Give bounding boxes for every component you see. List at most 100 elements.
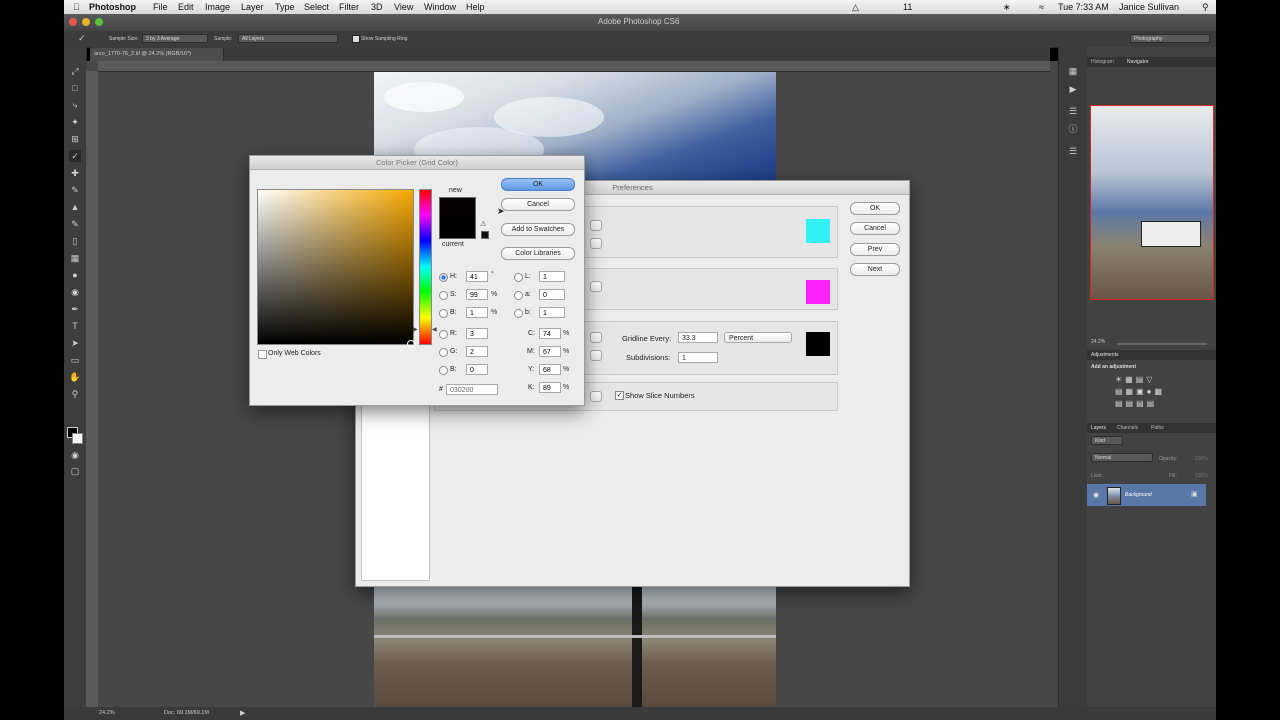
navigator-zoom[interactable]: 24.2% xyxy=(1091,339,1105,345)
close-window-icon[interactable] xyxy=(69,18,77,26)
move-tool-icon[interactable]: ⤢ xyxy=(69,65,81,77)
color-libraries-button[interactable]: Color Libraries xyxy=(501,247,575,260)
user-name[interactable]: Janice Sullivan xyxy=(1119,1,1179,13)
wifi-icon[interactable]: ≈ xyxy=(1039,1,1044,13)
menu-edit[interactable]: Edit xyxy=(178,1,194,13)
grid-color-select[interactable] xyxy=(590,332,602,343)
preferences-ok-button[interactable]: OK xyxy=(850,202,900,215)
add-to-swatches-button[interactable]: Add to Swatches xyxy=(501,223,575,236)
tab-histogram[interactable]: Histogram xyxy=(1091,59,1114,65)
eyedropper-tool-icon[interactable]: ✓ xyxy=(69,150,81,162)
gridline-unit-select[interactable]: Percent xyxy=(724,332,792,343)
zoom-window-icon[interactable] xyxy=(95,18,103,26)
b-radio[interactable] xyxy=(439,309,448,318)
status-arrow-icon[interactable]: ▶ xyxy=(240,709,245,717)
r-radio[interactable] xyxy=(439,330,448,339)
sample-select[interactable]: All Layers xyxy=(238,34,338,43)
blend-mode-select[interactable]: Normal xyxy=(1091,453,1153,462)
status-zoom[interactable]: 24.2% xyxy=(99,710,115,716)
dodge-tool-icon[interactable]: ◉ xyxy=(69,286,81,298)
paragraph-panel-icon[interactable]: ☰ xyxy=(1067,145,1079,157)
slice-color-select[interactable] xyxy=(590,391,602,402)
current-color-swatch[interactable] xyxy=(439,217,476,239)
adjustment-icons[interactable]: ☀▦▤▽ ▤▦▣●▦ ▤▤▤▤ xyxy=(1115,374,1185,410)
path-select-tool-icon[interactable]: ➤ xyxy=(69,337,81,349)
document-image-bottom[interactable] xyxy=(374,585,776,707)
l-radio[interactable] xyxy=(514,273,523,282)
fill-value[interactable]: 100% xyxy=(1195,473,1208,479)
web-safe-swatch-icon[interactable] xyxy=(481,231,489,239)
guides-color-swatch[interactable] xyxy=(806,219,830,243)
minimize-window-icon[interactable] xyxy=(82,18,90,26)
spotlight-icon[interactable]: ⚲ xyxy=(1202,1,1209,13)
sampling-ring-checkbox[interactable] xyxy=(352,35,360,43)
tab-navigator[interactable]: Navigator xyxy=(1127,59,1148,65)
color-field[interactable] xyxy=(257,189,415,348)
grid-style-select[interactable] xyxy=(590,350,602,361)
brush-tool-icon[interactable]: ✎ xyxy=(69,184,81,196)
history-panel-icon[interactable]: ▦ xyxy=(1067,65,1079,77)
info-panel-icon[interactable]: ⓘ xyxy=(1067,123,1079,135)
layer-row-background[interactable]: ◉ Background ▣ xyxy=(1087,484,1206,506)
l-input[interactable]: 1 xyxy=(539,271,565,282)
apple-icon[interactable]:  xyxy=(73,1,80,13)
menu-help[interactable]: Help xyxy=(466,1,485,13)
menu-filter[interactable]: Filter xyxy=(339,1,359,13)
crop-tool-icon[interactable]: ⊞ xyxy=(69,133,81,145)
quick-mask-icon[interactable]: ◉ xyxy=(69,449,81,461)
layer-kind-filter[interactable]: Kind xyxy=(1091,436,1123,445)
zoom-tool-icon[interactable]: ⚲ xyxy=(69,388,81,400)
picker-cancel-button[interactable]: Cancel xyxy=(501,198,575,211)
layer-name[interactable]: Background xyxy=(1125,492,1152,498)
gradient-tool-icon[interactable]: ▦ xyxy=(69,252,81,264)
blue-input[interactable]: 0 xyxy=(466,364,488,375)
stamp-tool-icon[interactable]: ▲ xyxy=(69,201,81,213)
app-menu[interactable]: Photoshop xyxy=(89,1,136,13)
lasso-tool-icon[interactable]: ⤷ xyxy=(69,99,81,111)
smart-guides-color-swatch[interactable] xyxy=(806,280,830,304)
only-web-colors-checkbox[interactable] xyxy=(258,350,267,359)
blue-radio[interactable] xyxy=(439,366,448,375)
document-tab[interactable]: arco_1770-76_2.tif @ 24.2% (RGB/16*) xyxy=(90,48,224,61)
menu-file[interactable]: File xyxy=(153,1,168,13)
marquee-tool-icon[interactable]: □ xyxy=(69,82,81,94)
visibility-eye-icon[interactable]: ◉ xyxy=(1093,491,1099,499)
c-input[interactable]: 74 xyxy=(539,328,561,339)
k-input[interactable]: 89 xyxy=(539,382,561,393)
s-input[interactable]: 99 xyxy=(466,289,488,300)
background-color-swatch[interactable] xyxy=(72,433,83,444)
preferences-next-button[interactable]: Next xyxy=(850,263,900,276)
hue-slider[interactable] xyxy=(419,189,432,345)
menu-image[interactable]: Image xyxy=(205,1,230,13)
quick-select-tool-icon[interactable]: ✦ xyxy=(69,116,81,128)
grid-color-swatch[interactable] xyxy=(806,332,830,356)
tab-channels[interactable]: Channels xyxy=(1117,425,1138,431)
clock[interactable]: Tue 7:33 AM xyxy=(1058,1,1109,13)
actions-panel-icon[interactable]: ▶ xyxy=(1067,83,1079,95)
out-of-gamut-icon[interactable]: ⚠ xyxy=(480,220,486,228)
h-input[interactable]: 41 xyxy=(466,271,488,282)
b-input[interactable]: 1 xyxy=(466,307,488,318)
tab-paths[interactable]: Paths xyxy=(1151,425,1164,431)
hex-input[interactable]: 030200 xyxy=(446,384,498,395)
y-input[interactable]: 68 xyxy=(539,364,561,375)
menu-3d[interactable]: 3D xyxy=(371,1,383,13)
guides-style-select[interactable] xyxy=(590,238,602,249)
preferences-prev-button[interactable]: Prev xyxy=(850,243,900,256)
hue-slider-left-arrow[interactable]: ▶ xyxy=(413,326,418,333)
type-tool-icon[interactable]: T xyxy=(69,320,81,332)
show-slice-numbers-checkbox[interactable]: ✓ xyxy=(615,391,624,400)
s-radio[interactable] xyxy=(439,291,448,300)
preferences-cancel-button[interactable]: Cancel xyxy=(850,222,900,235)
workspace-select[interactable]: Photography xyxy=(1130,34,1210,43)
g-input[interactable]: 2 xyxy=(466,346,488,357)
history-brush-tool-icon[interactable]: ✎ xyxy=(69,218,81,230)
r-input[interactable]: 3 xyxy=(466,328,488,339)
color-field-marker[interactable] xyxy=(407,340,415,348)
lab-b-input[interactable]: 1 xyxy=(539,307,565,318)
hue-slider-right-arrow[interactable]: ◀ xyxy=(432,326,437,333)
menu-layer[interactable]: Layer xyxy=(241,1,264,13)
subdivisions-input[interactable]: 1 xyxy=(678,352,718,363)
lab-b-radio[interactable] xyxy=(514,309,523,318)
eyedropper-icon[interactable]: ✓ xyxy=(78,33,86,44)
